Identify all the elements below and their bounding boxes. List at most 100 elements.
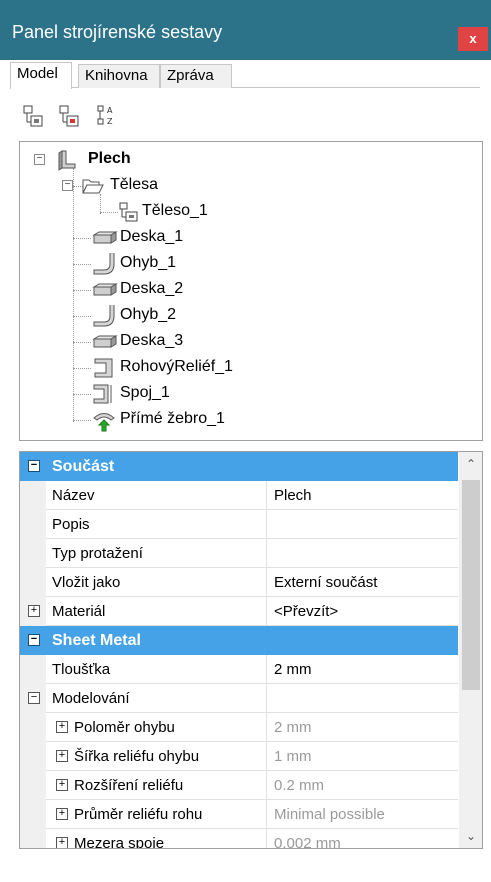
tree-node-label: Spoj_1 — [120, 384, 170, 401]
tree-connector — [73, 316, 91, 317]
tree-connector — [73, 264, 91, 265]
tree-node-ohyb-2[interactable]: Ohyb_2 — [92, 304, 232, 327]
sort-button[interactable]: A Z — [96, 104, 118, 128]
tree-node-label: Deska_1 — [120, 228, 184, 245]
tree-expander-telesa[interactable]: − — [62, 180, 73, 191]
scroll-down-icon[interactable]: ⌄ — [459, 824, 482, 848]
property-name: Mezera spoje — [74, 835, 165, 849]
tree-connector — [73, 368, 91, 369]
tree-expander-plech[interactable]: − — [34, 154, 45, 165]
property-row-modelovani[interactable]: − Modelování — [20, 684, 458, 713]
tree-node-ohyb-1[interactable]: Ohyb_1 — [92, 252, 232, 275]
property-grid: − Součást Název Plech Popis Typ protažen… — [19, 451, 483, 849]
property-value[interactable]: 0.002 mm — [274, 835, 341, 848]
tree-node-label: Přímé žebro_1 — [120, 410, 225, 427]
property-name: Poloměr ohybu — [74, 719, 175, 736]
tree-node-label: RohovýReliéf_1 — [120, 358, 233, 375]
tree-node-deska-2[interactable]: Deska_2 — [92, 278, 232, 300]
tree-connector — [73, 238, 91, 239]
property-name: Materiál — [52, 603, 106, 620]
tree-node-spoj-1[interactable]: Spoj_1 — [92, 382, 232, 404]
straight-rib-icon — [93, 413, 115, 432]
window-title: Panel strojírenské sestavy — [12, 22, 223, 42]
property-value[interactable]: 0.2 mm — [274, 777, 324, 794]
expand-toggle[interactable]: + — [56, 721, 68, 733]
expand-toggle[interactable]: + — [56, 837, 68, 848]
plate-icon — [92, 283, 118, 296]
property-scrollbar[interactable]: ⌃ ⌄ — [459, 452, 482, 848]
tab-library[interactable]: Knihovna — [78, 64, 160, 88]
remove-component-icon — [59, 105, 79, 127]
property-row-mezera-spoje[interactable]: + Mezera spoje 0.002 mm — [20, 829, 458, 849]
tree-connector — [73, 394, 91, 395]
property-name: Průměr reliéfu rohu — [74, 806, 203, 823]
collapse-toggle[interactable]: − — [28, 692, 40, 704]
tree-connector — [73, 420, 91, 421]
property-value[interactable]: Minimal possible — [274, 806, 385, 823]
property-row-tloustka[interactable]: Tloušťka 2 mm — [20, 655, 458, 684]
tab-model[interactable]: Model — [10, 62, 72, 89]
tree-connector — [100, 212, 118, 213]
property-name: Název — [52, 487, 95, 504]
tab-report[interactable]: Zpráva — [160, 64, 232, 88]
open-folder-icon — [82, 179, 104, 194]
property-value[interactable]: 2 mm — [274, 719, 312, 736]
property-row-nazev[interactable]: Název Plech — [20, 481, 458, 510]
expand-toggle[interactable]: + — [56, 750, 68, 762]
scroll-thumb[interactable] — [462, 480, 480, 690]
tree-node-label: Deska_3 — [120, 332, 184, 349]
property-name: Vložit jako — [52, 574, 121, 591]
tree-node-rohovy-relief-1[interactable]: RohovýReliéf_1 — [92, 356, 272, 378]
category-soucast[interactable]: − Součást — [20, 452, 458, 481]
property-row-vlozit-jako[interactable]: Vložit jako Externí součást — [20, 568, 458, 597]
tree-connector — [73, 290, 91, 291]
add-component-icon — [23, 105, 43, 127]
property-name: Rozšíření reliéfu — [74, 777, 184, 794]
property-row-material[interactable]: + Materiál <Převzít> — [20, 597, 458, 626]
property-value[interactable]: Externí součást — [274, 574, 377, 591]
tree-node-prime-zebro-1[interactable]: Přímé žebro_1 — [92, 408, 272, 432]
expand-toggle[interactable]: + — [28, 605, 40, 617]
tree-node-label: Těleso_1 — [142, 202, 208, 219]
collapse-toggle[interactable]: − — [28, 634, 40, 646]
model-tree[interactable]: − Plech − Tělesa Těleso_1 Deska_1 Ohyb_1… — [19, 141, 483, 441]
tab-strip: Model Knihovna Zpráva — [10, 62, 480, 89]
property-row-popis[interactable]: Popis — [20, 510, 458, 539]
expand-toggle[interactable]: + — [56, 808, 68, 820]
body-icon — [119, 202, 138, 222]
add-component-button[interactable] — [22, 104, 44, 128]
tree-node-teleso-1[interactable]: Těleso_1 — [118, 200, 258, 222]
tree-node-label: Tělesa — [110, 176, 159, 193]
close-button[interactable]: x — [458, 27, 488, 51]
property-name: Typ protažení — [52, 545, 143, 562]
tree-connector — [73, 168, 74, 422]
property-value[interactable]: <Převzít> — [274, 603, 338, 620]
remove-component-button[interactable] — [58, 104, 80, 128]
property-value[interactable]: 1 mm — [274, 748, 312, 765]
svg-text:A: A — [107, 106, 113, 115]
svg-text:Z: Z — [107, 117, 113, 126]
plate-icon — [92, 231, 118, 244]
property-row-rozsireni-reliefu[interactable]: + Rozšíření reliéfu 0.2 mm — [20, 771, 458, 800]
property-row-prumer-reliefu-rohu[interactable]: + Průměr reliéfu rohu Minimal possible — [20, 800, 458, 829]
expand-toggle[interactable]: + — [56, 779, 68, 791]
tree-node-telesa[interactable]: Tělesa — [82, 174, 202, 196]
collapse-toggle[interactable]: − — [28, 460, 40, 472]
bend-icon — [93, 305, 115, 327]
tree-node-plech[interactable]: Plech — [56, 148, 176, 171]
tree-node-deska-1[interactable]: Deska_1 — [92, 226, 232, 248]
property-row-sirka-reliefu-ohybu[interactable]: + Šířka reliéfu ohybu 1 mm — [20, 742, 458, 771]
scroll-up-icon[interactable]: ⌃ — [459, 452, 482, 476]
tree-node-label: Deska_2 — [120, 280, 184, 297]
property-row-polomer-ohybu[interactable]: + Poloměr ohybu 2 mm — [20, 713, 458, 742]
tree-node-label: Plech — [88, 150, 131, 167]
title-bar: Panel strojírenské sestavy x — [0, 0, 491, 60]
property-name: Modelování — [52, 690, 130, 707]
category-sheet-metal[interactable]: − Sheet Metal — [20, 626, 458, 655]
property-value[interactable]: 2 mm — [274, 661, 312, 678]
corner-relief-icon — [94, 358, 113, 378]
property-row-typ-protazeni[interactable]: Typ protažení — [20, 539, 458, 568]
tree-node-label: Ohyb_2 — [120, 306, 177, 323]
property-value[interactable]: Plech — [274, 487, 312, 504]
tree-node-deska-3[interactable]: Deska_3 — [92, 330, 232, 352]
